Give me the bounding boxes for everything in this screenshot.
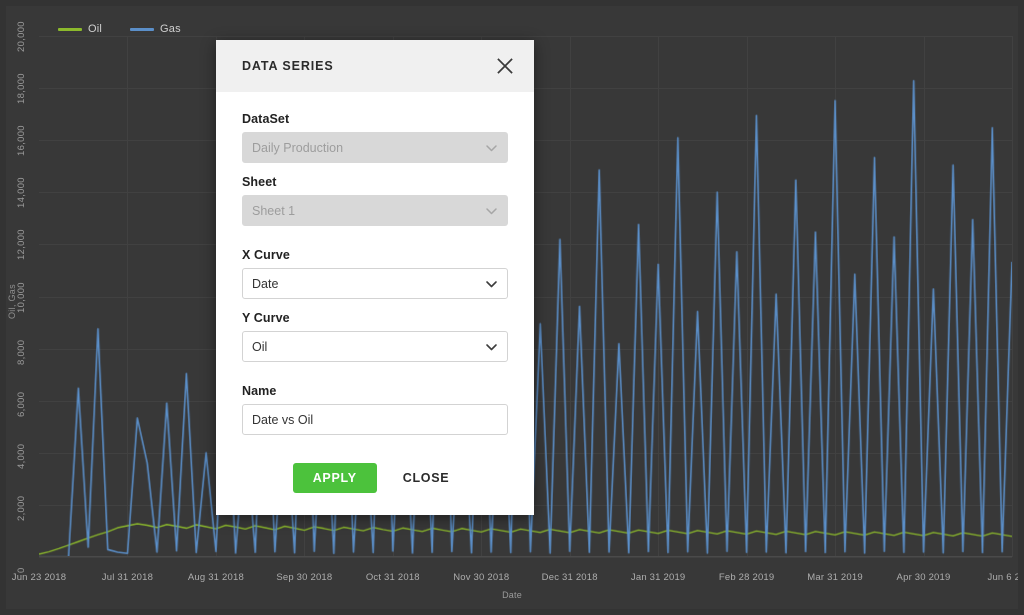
chart-legend: Oil Gas	[58, 23, 181, 35]
legend-swatch-oil	[58, 27, 82, 31]
x-curve-select[interactable]: Date	[242, 268, 508, 299]
y-axis-tick-label: 10,000	[16, 281, 27, 313]
apply-button[interactable]: APPLY	[292, 463, 377, 493]
legend-item-gas[interactable]: Gas	[130, 23, 181, 35]
sheet-select-value: Sheet 1	[252, 203, 296, 218]
gridline-vertical	[1012, 36, 1013, 557]
y-axis-tick-label: 14,000	[16, 177, 27, 209]
x-axis-tick-label: Jan 31 2019	[630, 572, 686, 583]
dataset-select[interactable]: Daily Production	[242, 132, 508, 163]
dialog-header: DATA SERIES	[216, 40, 534, 92]
y-curve-label: Y Curve	[242, 311, 290, 325]
y-axis-tick-label: 12,000	[16, 229, 27, 261]
y-axis-title: Oil, Gas	[7, 283, 17, 319]
y-axis-tick-label: 4,000	[16, 443, 27, 469]
legend-label-gas: Gas	[160, 23, 181, 35]
dialog-body: DataSet Daily Production Sheet Sheet 1 X…	[216, 92, 534, 515]
y-axis-tick-label: 20,000	[16, 21, 27, 52]
x-axis-tick-label: Oct 31 2018	[365, 572, 420, 583]
chevron-down-icon	[485, 141, 498, 154]
y-curve-select-value: Oil	[252, 339, 268, 354]
x-axis-tick-label: Jun 23 2018	[11, 572, 67, 583]
name-field-block: Name	[242, 384, 508, 441]
dialog-actions: APPLY CLOSE	[242, 443, 508, 499]
dataset-field-block: DataSet Daily Production	[242, 112, 508, 163]
sheet-field-block: Sheet Sheet 1	[242, 175, 508, 226]
chevron-down-icon	[485, 277, 498, 290]
chevron-down-icon	[485, 340, 498, 353]
x-curve-field-block: X Curve Date	[242, 248, 508, 299]
x-axis-line	[39, 556, 1012, 557]
name-input[interactable]	[242, 404, 508, 435]
y-axis-tick-label: 18,000	[16, 73, 27, 105]
x-curve-select-value: Date	[252, 276, 279, 291]
dataset-label: DataSet	[242, 112, 290, 126]
legend-swatch-gas	[130, 27, 155, 31]
y-axis-tick-label: 2,000	[16, 495, 27, 521]
x-axis-tick-label: Feb 28 2019	[718, 572, 775, 583]
y-axis-tick-label: 16,000	[16, 125, 27, 157]
gridline-horizontal	[39, 557, 1012, 558]
name-label: Name	[242, 384, 277, 398]
x-axis-tick-label: Mar 31 2019	[807, 572, 863, 583]
y-curve-field-block: Y Curve Oil	[242, 311, 508, 362]
x-curve-label: X Curve	[242, 248, 290, 262]
sheet-select[interactable]: Sheet 1	[242, 195, 508, 226]
close-icon[interactable]	[490, 51, 520, 81]
x-axis-tick-label: Apr 30 2019	[896, 572, 951, 583]
x-axis-title: Date	[502, 590, 522, 600]
y-axis-tick-label: 8,000	[16, 339, 27, 365]
x-axis-tick-label: Dec 31 2018	[541, 572, 598, 583]
y-axis-tick-label: 6,000	[16, 391, 27, 417]
sheet-label: Sheet	[242, 175, 277, 189]
x-axis-tick-label: Aug 31 2018	[187, 572, 244, 583]
y-curve-select[interactable]: Oil	[242, 331, 508, 362]
chevron-down-icon	[485, 204, 498, 217]
close-button[interactable]: CLOSE	[395, 463, 458, 493]
dialog-title: DATA SERIES	[242, 59, 334, 73]
x-axis-tick-label: Jul 31 2018	[101, 572, 154, 583]
data-series-dialog: DATA SERIES DataSet Daily Production She…	[216, 40, 534, 515]
x-axis-tick-label: Jun 6 2019	[987, 572, 1018, 583]
dataset-select-value: Daily Production	[252, 140, 344, 155]
x-axis-tick-label: Sep 30 2018	[276, 572, 333, 583]
legend-item-oil[interactable]: Oil	[58, 23, 102, 35]
legend-label-oil: Oil	[88, 23, 103, 35]
x-axis-tick-label: Nov 30 2018	[453, 572, 510, 583]
